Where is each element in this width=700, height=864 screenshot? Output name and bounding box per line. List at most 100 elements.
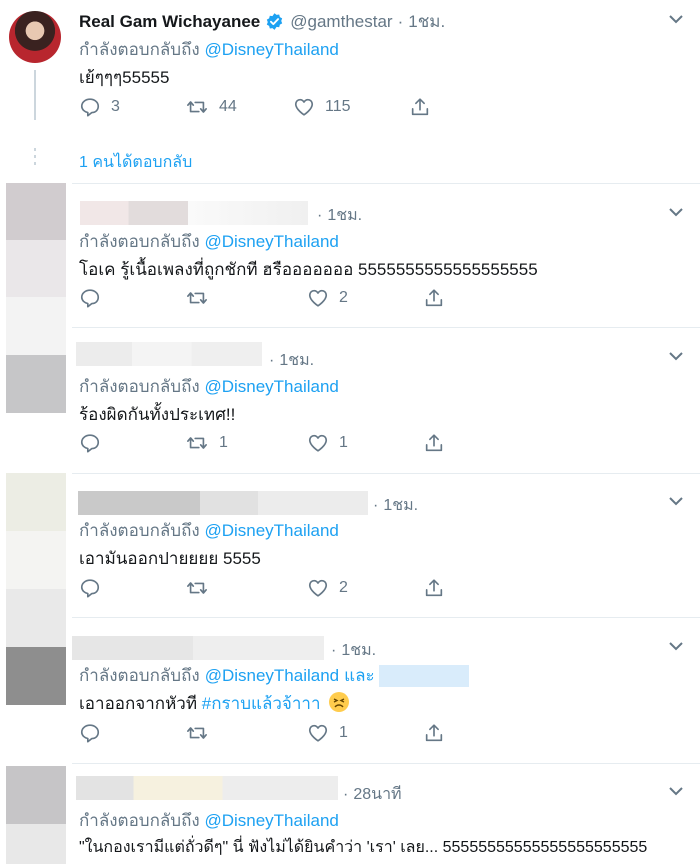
avatar[interactable]	[9, 11, 61, 63]
tweet-text: เอาออกจากหัวที #กราบแล้วจ้าาา	[79, 690, 350, 717]
share-icon	[425, 289, 443, 307]
share-icon	[411, 98, 429, 116]
timestamp[interactable]: 1ชม.	[279, 352, 314, 369]
tweet-header: Real Gam Wichayanee @gamthestar · 1ชม.	[79, 8, 445, 35]
like-icon	[308, 724, 328, 742]
like-count: 1	[339, 724, 348, 741]
share-button[interactable]	[423, 286, 445, 310]
timestamp[interactable]: 1ชม.	[327, 207, 362, 224]
replying-to: กำลังตอบกลับถึง @DisneyThailand	[79, 36, 339, 63]
timestamp[interactable]: 1ชม.	[408, 8, 445, 35]
reply-button[interactable]	[79, 286, 185, 310]
main-tweet[interactable]: Real Gam Wichayanee @gamthestar · 1ชม. ก…	[0, 0, 700, 183]
chevron-down-icon[interactable]	[666, 346, 686, 366]
like-icon	[308, 289, 328, 307]
divider	[72, 183, 700, 184]
chevron-down-icon[interactable]	[666, 202, 686, 222]
retweet-icon	[187, 292, 207, 304]
reply-icon	[80, 98, 100, 117]
like-button[interactable]: 2	[307, 576, 423, 600]
retweet-icon	[187, 101, 207, 113]
reply-button[interactable]	[79, 431, 185, 455]
reply-button[interactable]: 3	[79, 95, 185, 119]
like-button[interactable]: 1	[307, 721, 423, 745]
separator-dot: ·	[331, 642, 337, 659]
divider	[72, 473, 700, 474]
like-count: 115	[325, 98, 351, 115]
timestamp[interactable]: 1ชม.	[383, 497, 418, 514]
separator-dot: ·	[269, 352, 275, 369]
redacted-mention	[378, 664, 469, 687]
thread-dot	[34, 155, 36, 158]
chevron-down-icon[interactable]	[666, 9, 686, 29]
retweet-button[interactable]	[185, 721, 307, 745]
tweet-actions: 2	[79, 576, 445, 600]
mention-link[interactable]: @DisneyThailand	[205, 666, 339, 686]
like-button[interactable]: 2	[307, 286, 423, 310]
and-word: และ	[344, 666, 375, 685]
mention-link[interactable]: @DisneyThailand	[204, 521, 338, 540]
replying-to: กำลังตอบกลับถึง @DisneyThailand	[79, 807, 339, 834]
hashtag-link[interactable]: #กราบแล้วจ้าาา	[202, 694, 321, 713]
redacted-name	[78, 491, 368, 515]
like-icon	[294, 98, 314, 116]
mention-link[interactable]: @DisneyThailand	[204, 377, 338, 396]
share-button[interactable]	[423, 431, 445, 455]
share-icon	[425, 434, 443, 452]
separator-dot: ·	[317, 207, 323, 224]
tweet-text: เย้ๆๆๆ55555	[79, 68, 170, 87]
timestamp[interactable]: 1ชม.	[341, 642, 376, 659]
retweet-count: 44	[219, 98, 237, 115]
like-button[interactable]: 1	[307, 431, 423, 455]
like-button[interactable]: 115	[293, 95, 409, 119]
show-replies-link[interactable]: 1 คนได้ตอบกลับ	[79, 150, 192, 175]
chevron-down-icon[interactable]	[666, 491, 686, 511]
redacted-handle	[188, 201, 308, 225]
chevron-down-icon[interactable]	[666, 781, 686, 801]
reply-prefix: กำลังตอบกลับถึง	[79, 811, 200, 830]
redacted-name	[80, 201, 188, 225]
divider	[72, 763, 700, 764]
redacted-name	[76, 776, 338, 800]
timestamp[interactable]: 28นาที	[353, 786, 401, 803]
user-handle[interactable]: @gamthestar	[290, 12, 392, 32]
reply-icon	[80, 434, 100, 453]
mention-link[interactable]: @DisneyThailand	[204, 232, 338, 251]
share-button[interactable]	[423, 721, 445, 745]
tweet-text-body: เอาออกจากหัวที	[79, 694, 202, 713]
mention-link[interactable]: @DisneyThailand	[204, 40, 338, 59]
share-icon	[425, 579, 443, 597]
like-icon	[308, 579, 328, 597]
share-button[interactable]	[423, 576, 445, 600]
reply-count: 3	[111, 98, 120, 115]
retweet-button[interactable]	[185, 576, 307, 600]
thread-dot	[34, 162, 36, 165]
reply-icon	[80, 289, 100, 308]
persevering-face-emoji	[329, 692, 350, 712]
like-count: 1	[339, 434, 348, 451]
retweet-button[interactable]	[185, 286, 307, 310]
tweet-text: "ในกองเรามีแต่ถั่วดีๆ" นี่ ฟังไม่ได้ยินค…	[79, 839, 648, 856]
display-name[interactable]: Real Gam Wichayanee	[79, 12, 260, 32]
chevron-down-icon[interactable]	[666, 636, 686, 656]
retweet-count: 1	[219, 434, 228, 451]
reply-button[interactable]	[79, 576, 185, 600]
share-button[interactable]	[409, 95, 431, 119]
mention-link[interactable]: @DisneyThailand	[204, 811, 338, 830]
like-count: 2	[339, 579, 348, 596]
retweet-button[interactable]: 1	[185, 431, 307, 455]
thread-dot	[34, 148, 36, 151]
replying-to: กำลังตอบกลับถึง @DisneyThailand	[79, 373, 339, 400]
divider	[72, 617, 700, 618]
reply-prefix: กำลังตอบกลับถึง	[79, 232, 200, 251]
reply-icon	[80, 724, 100, 743]
retweet-button[interactable]: 44	[185, 95, 293, 119]
tweet-actions: 3 44 115	[79, 95, 431, 119]
replying-to: กำลังตอบกลับถึง @DisneyThailand	[79, 517, 339, 544]
redacted-name	[76, 342, 262, 366]
tweet-actions: 2	[79, 286, 445, 310]
tweet-text: ร้องผิดกันทั้งประเทศ!!	[79, 405, 236, 424]
replying-to: กำลังตอบกลับถึง @DisneyThailand	[79, 228, 339, 255]
reply-button[interactable]	[79, 721, 185, 745]
tweet-text: เอามันออกปายยยย 5555	[79, 549, 261, 568]
